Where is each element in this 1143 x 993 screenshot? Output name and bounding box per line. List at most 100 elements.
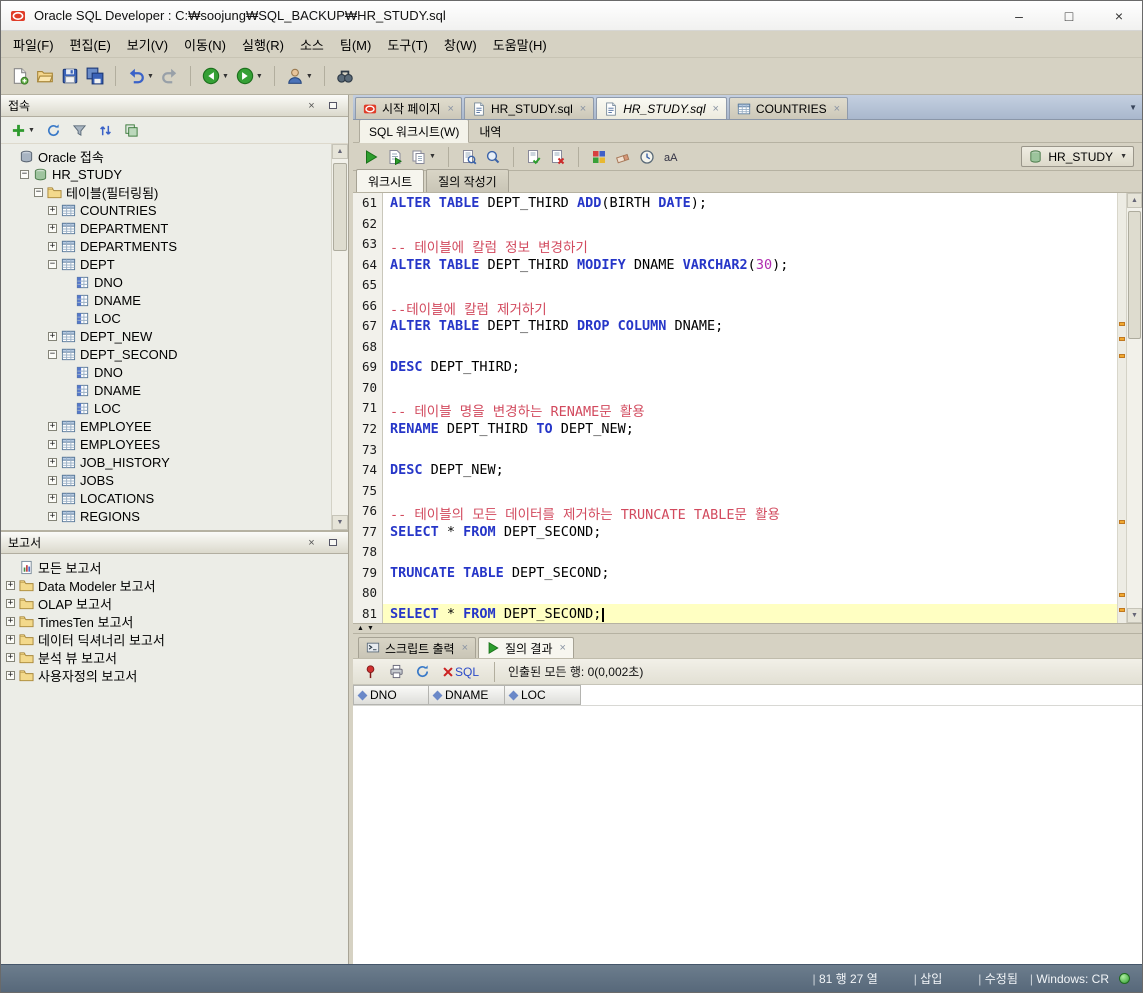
expand-icon[interactable]: + <box>6 598 15 608</box>
editor-line[interactable]: 65 <box>353 275 1117 296</box>
collapse-icon[interactable]: − <box>48 349 57 359</box>
expand-icon[interactable]: + <box>48 493 57 503</box>
editor-line[interactable]: 77 SELECT * FROM DEPT_SECOND; <box>353 521 1117 543</box>
menu-item[interactable]: 창(W) <box>436 31 485 58</box>
output-tab[interactable]: 질의 결과 × <box>478 637 574 658</box>
splitter-down-icon[interactable]: ▼ <box>367 625 374 632</box>
editor-line[interactable]: 61 ALTER TABLE DEPT_THIRD ADD(BIRTH DATE)… <box>353 193 1117 214</box>
menu-item[interactable]: 소스 <box>292 31 332 58</box>
menu-item[interactable]: 실행(R) <box>234 31 292 58</box>
print-button[interactable] <box>387 662 406 681</box>
connection-tree-item[interactable]: + DEPARTMENT <box>1 219 331 237</box>
report-tree-item[interactable]: + 사용자정의 보고서 <box>1 666 348 684</box>
editor-subtab[interactable]: 워크시트 <box>356 169 425 192</box>
dropdown-caret-icon[interactable]: ▼ <box>28 127 35 134</box>
connection-tree-item[interactable]: − 테이블(필터링됨) <box>1 183 331 201</box>
scroll-down-icon[interactable]: ▼ <box>332 515 348 530</box>
save-all-button[interactable] <box>84 65 106 87</box>
back-nav-button[interactable]: ▼ <box>200 65 231 87</box>
search-binoculars-button[interactable] <box>334 65 356 87</box>
editor-line[interactable]: 79 TRUNCATE TABLE DEPT_SECOND; <box>353 562 1117 584</box>
close-icon[interactable]: × <box>1098 2 1140 30</box>
report-tree-item[interactable]: + OLAP 보고서 <box>1 594 348 612</box>
expand-icon[interactable]: + <box>6 616 15 626</box>
collapse-icon[interactable]: − <box>20 169 29 179</box>
scroll-up-icon[interactable]: ▲ <box>332 144 348 159</box>
tab-list-icon[interactable]: ▼ <box>1129 103 1137 112</box>
connection-tree-item[interactable]: + JOBS <box>1 471 331 489</box>
menu-item[interactable]: 팀(M) <box>332 31 379 58</box>
menu-item[interactable]: 편집(E) <box>62 31 119 58</box>
editor-subtab[interactable]: 질의 작성기 <box>426 169 509 192</box>
scroll-down-icon[interactable]: ▼ <box>1127 608 1142 623</box>
menu-item[interactable]: 보기(V) <box>119 31 176 58</box>
worksheet-pages-button[interactable]: ▼ <box>409 147 438 167</box>
editor-line[interactable]: 75 <box>353 480 1117 502</box>
editor-line[interactable]: 66 --테이블에 칼럼 제거하기 <box>353 295 1117 318</box>
connections-scrollbar[interactable]: ▲ ▼ <box>331 144 348 530</box>
connection-tree-item[interactable]: LOC <box>1 309 331 327</box>
tab-close-icon[interactable]: × <box>712 103 718 115</box>
editor-line[interactable]: 76 -- 테이블의 모든 데이터를 제거하는 TRUNCATE TABLE문 활… <box>353 501 1117 523</box>
connection-tree-item[interactable]: − HR_STUDY <box>1 165 331 183</box>
code-area[interactable]: 61 ALTER TABLE DEPT_THIRD ADD(BIRTH DATE)… <box>353 193 1117 623</box>
grid-column-header[interactable]: DNAME <box>429 685 505 705</box>
dropdown-caret-icon[interactable]: ▼ <box>256 73 263 80</box>
minimize-icon[interactable]: – <box>998 2 1040 30</box>
connection-tree-item[interactable]: LOC <box>1 399 331 417</box>
panel-close-icon[interactable]: × <box>303 535 320 550</box>
clone-connection-button[interactable] <box>122 121 141 140</box>
connection-tree-item[interactable]: + DEPT_NEW <box>1 327 331 345</box>
editor-line[interactable]: 63 -- 테이블에 칼럼 정보 변경하기 <box>353 234 1117 256</box>
explain-plan-button[interactable] <box>459 147 479 167</box>
report-tree-item[interactable]: + TimesTen 보고서 <box>1 612 348 630</box>
expand-icon[interactable]: + <box>48 439 57 449</box>
expand-icon[interactable]: + <box>48 457 57 467</box>
document-tab[interactable]: COUNTRIES × <box>728 97 849 119</box>
editor-line[interactable]: 72 RENAME DEPT_THIRD TO DEPT_NEW; <box>353 419 1117 440</box>
editor-line[interactable]: 71 -- 테이블 명을 변경하는 RENAME문 활용 <box>353 398 1117 420</box>
refresh-button[interactable] <box>44 121 63 140</box>
editor-line[interactable]: 68 <box>353 336 1117 358</box>
connection-tree-item[interactable]: + EMPLOYEE <box>1 417 331 435</box>
editor-line[interactable]: 80 <box>353 583 1117 604</box>
tab-close-icon[interactable]: × <box>560 642 566 654</box>
forward-nav-button[interactable]: ▼ <box>234 65 265 87</box>
expand-icon[interactable]: + <box>48 475 57 485</box>
autotrace-button[interactable] <box>483 147 503 167</box>
grid-body[interactable] <box>353 706 1142 964</box>
document-tab[interactable]: HR_STUDY.sql × <box>463 97 595 119</box>
case-toggle-button[interactable]: aA <box>661 147 681 167</box>
open-folder-button[interactable] <box>34 65 56 87</box>
dropdown-caret-icon[interactable]: ▼ <box>306 73 313 80</box>
expand-icon[interactable]: + <box>6 652 15 662</box>
expand-icon[interactable]: + <box>48 421 57 431</box>
grid-column-header[interactable]: DNO <box>353 685 429 705</box>
scroll-thumb[interactable] <box>333 163 347 251</box>
commit-button[interactable] <box>524 147 544 167</box>
connection-tree-item[interactable]: DNAME <box>1 291 331 309</box>
tab-close-icon[interactable]: × <box>462 642 468 654</box>
menu-item[interactable]: 도구(T) <box>379 31 436 58</box>
connection-tree-item[interactable]: + REGIONS <box>1 507 331 525</box>
scroll-track[interactable] <box>1127 208 1142 608</box>
report-tree-item[interactable]: + Data Modeler 보고서 <box>1 576 348 594</box>
refresh-grid-button[interactable] <box>413 662 432 681</box>
panel-restore-icon[interactable] <box>324 535 341 550</box>
tab-close-icon[interactable]: × <box>834 103 840 115</box>
panel-close-icon[interactable]: × <box>303 98 320 113</box>
run-statement-button[interactable] <box>361 147 381 167</box>
editor-line[interactable]: 64 ALTER TABLE DEPT_THIRD MODIFY DNAME VA… <box>353 254 1117 276</box>
connection-tree-item[interactable]: + JOB_HISTORY <box>1 453 331 471</box>
connection-tree-item[interactable]: DNO <box>1 363 331 381</box>
dropdown-caret-icon[interactable]: ▼ <box>222 73 229 80</box>
expand-icon[interactable]: + <box>48 223 57 233</box>
history-button[interactable] <box>637 147 657 167</box>
save-button[interactable] <box>59 65 81 87</box>
editor-line[interactable]: 62 <box>353 213 1117 235</box>
tab-close-icon[interactable]: × <box>580 103 586 115</box>
document-tab[interactable]: 시작 페이지 × <box>355 97 462 119</box>
collapse-icon[interactable]: − <box>48 259 57 269</box>
connection-tree-item[interactable]: + EMPLOYEES <box>1 435 331 453</box>
dropdown-caret-icon[interactable]: ▼ <box>1120 153 1127 160</box>
